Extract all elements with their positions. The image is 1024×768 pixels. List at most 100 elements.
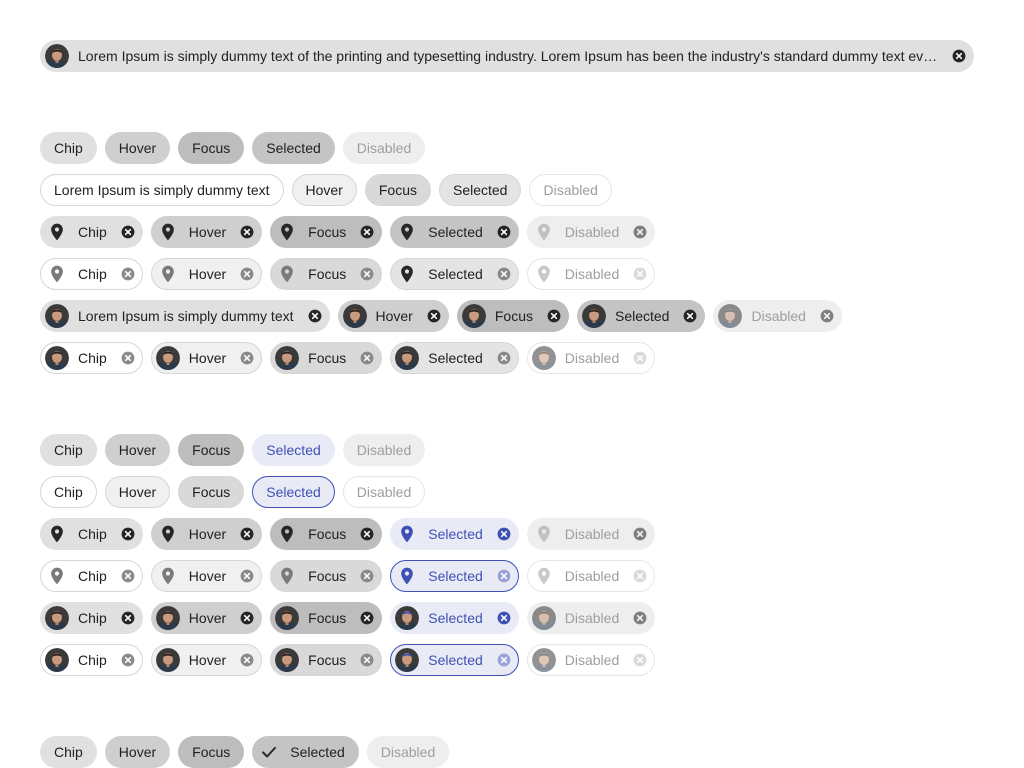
cancel-icon[interactable] <box>237 608 257 628</box>
chip-row: Chip Hover Focus Selected Disabled <box>40 518 656 550</box>
chip-focus[interactable]: Focus <box>270 560 383 592</box>
chip-label: Hover <box>188 568 227 584</box>
cancel-icon[interactable] <box>494 348 514 368</box>
cancel-icon[interactable] <box>357 650 377 670</box>
chip-selected[interactable]: Selected <box>390 216 519 248</box>
cancel-icon[interactable] <box>494 650 514 670</box>
chip-focus[interactable]: Focus <box>456 300 569 332</box>
chip-selected[interactable]: Selected <box>390 258 519 290</box>
cancel-icon[interactable] <box>680 306 700 326</box>
cancel-icon[interactable] <box>357 566 377 586</box>
avatar-icon <box>531 346 556 370</box>
cancel-icon[interactable] <box>118 222 138 242</box>
chip-default[interactable]: Chip <box>40 644 143 676</box>
cancel-icon[interactable] <box>949 46 969 66</box>
cancel-icon[interactable] <box>237 222 257 242</box>
chip-default[interactable]: Chip <box>40 132 97 164</box>
chip-focus[interactable]: Focus <box>270 602 383 634</box>
cancel-icon[interactable] <box>118 650 138 670</box>
cancel-icon[interactable] <box>494 264 514 284</box>
cancel-icon[interactable] <box>118 264 138 284</box>
cancel-icon[interactable] <box>494 524 514 544</box>
chip-hover[interactable]: Hover <box>150 342 263 374</box>
cancel-icon[interactable] <box>357 524 377 544</box>
cancel-icon[interactable] <box>118 566 138 586</box>
cancel-icon[interactable] <box>357 222 377 242</box>
chip-selected[interactable]: Selected <box>390 342 519 374</box>
chip-selected[interactable]: Selected <box>438 174 522 206</box>
cancel-icon[interactable] <box>357 608 377 628</box>
chip-hover[interactable]: Hover <box>291 174 357 206</box>
chip-selected[interactable]: Selected <box>576 300 706 332</box>
cancel-icon[interactable] <box>357 348 377 368</box>
place-icon <box>532 564 556 588</box>
chip-focus[interactable]: Focus <box>270 258 383 290</box>
chip-hover[interactable]: Hover <box>104 476 171 508</box>
chip-focus[interactable]: Focus <box>270 342 383 374</box>
chip-selected[interactable]: Selected <box>390 518 519 550</box>
cancel-icon[interactable] <box>494 608 514 628</box>
chip-label: Disabled <box>543 182 598 198</box>
chip-label: Chip <box>54 442 83 458</box>
cancel-icon[interactable] <box>118 524 138 544</box>
cancel-icon[interactable] <box>237 650 257 670</box>
chip-selected[interactable]: Selected <box>390 644 519 676</box>
chip-default[interactable]: Chip <box>40 258 143 290</box>
chip-focus[interactable]: Focus <box>178 476 245 508</box>
cancel-icon[interactable] <box>237 524 257 544</box>
chip-selected[interactable]: Selected <box>252 476 335 508</box>
chip-hover[interactable]: Hover <box>150 602 263 634</box>
chip-hover[interactable]: Hover <box>104 132 171 164</box>
cancel-icon[interactable] <box>494 222 514 242</box>
chip-selected[interactable]: Selected <box>252 434 335 466</box>
chip-label: Selected <box>428 266 483 282</box>
chip-selected[interactable]: Selected <box>252 736 359 768</box>
chip-focus[interactable]: Focus <box>270 216 383 248</box>
chip-default[interactable]: Chip <box>40 434 97 466</box>
chip-focus[interactable]: Focus <box>270 644 383 676</box>
cancel-icon[interactable] <box>237 264 257 284</box>
chip-default[interactable]: Chip <box>40 216 143 248</box>
cancel-icon[interactable] <box>237 566 257 586</box>
cancel-icon[interactable] <box>544 306 564 326</box>
chip-default[interactable]: Chip <box>40 736 97 768</box>
chip-selected[interactable]: Selected <box>390 560 519 592</box>
chip-disabled: Disabled <box>526 602 656 634</box>
chip-hover[interactable]: Hover <box>337 300 449 332</box>
cancel-icon[interactable] <box>494 566 514 586</box>
chip-hover[interactable]: Hover <box>150 518 263 550</box>
chip-default[interactable]: Chip <box>40 518 143 550</box>
cancel-icon <box>630 650 650 670</box>
chip-hover[interactable]: Hover <box>150 216 263 248</box>
avatar-icon <box>45 44 69 68</box>
cancel-icon[interactable] <box>237 348 257 368</box>
cancel-icon[interactable] <box>424 306 444 326</box>
cancel-icon[interactable] <box>118 608 138 628</box>
chip-hover[interactable]: Hover <box>150 560 263 592</box>
cancel-icon[interactable] <box>118 348 138 368</box>
chip-hover[interactable]: Hover <box>150 258 263 290</box>
chip-default[interactable]: Lorem Ipsum is simply dummy text <box>40 300 330 332</box>
cancel-icon[interactable] <box>357 264 377 284</box>
place-icon <box>156 220 180 244</box>
chip-hover[interactable]: Hover <box>104 736 171 768</box>
chip-focus[interactable]: Focus <box>364 174 431 206</box>
chip-row: Chip Hover Focus Selected Disabled <box>40 560 656 592</box>
long-chip[interactable]: Lorem Ipsum is simply dummy text of the … <box>40 40 974 72</box>
chip-default[interactable]: Chip <box>40 602 143 634</box>
chip-hover[interactable]: Hover <box>150 644 263 676</box>
chip-default[interactable]: Chip <box>40 476 97 508</box>
chip-selected[interactable]: Selected <box>252 132 335 164</box>
chip-focus[interactable]: Focus <box>178 132 245 164</box>
chip-default[interactable]: Lorem Ipsum is simply dummy text <box>40 174 284 206</box>
chip-row: Chip Hover Focus Selected Disabled <box>40 434 426 466</box>
chip-default[interactable]: Chip <box>40 342 143 374</box>
chip-hover[interactable]: Hover <box>104 434 171 466</box>
chip-focus[interactable]: Focus <box>178 736 245 768</box>
chip-label: Disabled <box>751 308 806 324</box>
chip-selected[interactable]: Selected <box>390 602 519 634</box>
cancel-icon[interactable] <box>305 306 325 326</box>
chip-default[interactable]: Chip <box>40 560 143 592</box>
chip-focus[interactable]: Focus <box>270 518 383 550</box>
chip-focus[interactable]: Focus <box>178 434 245 466</box>
